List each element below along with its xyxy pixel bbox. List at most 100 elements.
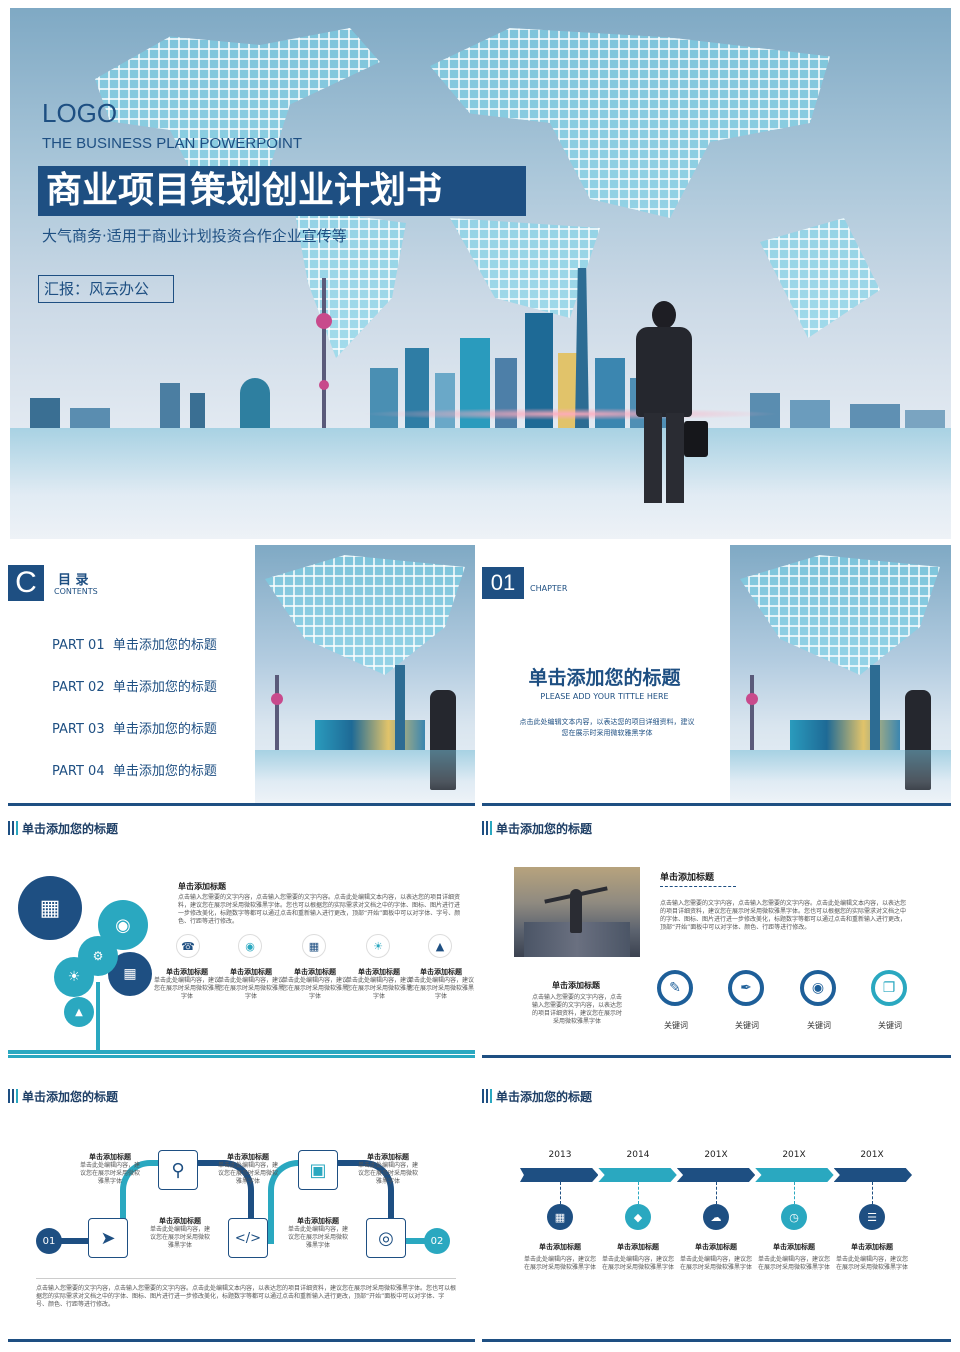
slide-header: 单击添加您的标题 bbox=[8, 820, 118, 837]
timeline-item: 单击添加标题 单击此处编辑内容，建议您在展示时采用微软雅黑字体 bbox=[834, 1242, 910, 1272]
slide-header: 单击添加您的标题 bbox=[8, 1088, 118, 1105]
businessman bbox=[630, 301, 708, 511]
chart-icon: ▲ bbox=[64, 997, 94, 1027]
item-title: 单击添加标题 bbox=[230, 968, 272, 976]
year-label: 2014 bbox=[626, 1150, 650, 1160]
item-title: 单击添加标题 bbox=[420, 968, 462, 976]
process-divider bbox=[36, 1278, 456, 1279]
pen-icon: ✎ bbox=[657, 970, 693, 1006]
timeline-item: 单击添加标题单击此处编辑内容，建议您在展示时采用微软雅黑字体 bbox=[522, 1242, 598, 1272]
process-slide[interactable]: 单击添加您的标题 01 02 ➤ ⚲ </> ▣ ◎ 单击添加标题 单击此处编辑内… bbox=[8, 1080, 475, 1342]
step-body: 单击此处编辑内容，建议您在展示时采用微软雅黑字体 bbox=[287, 1226, 348, 1249]
clock-24-icon: ◷ bbox=[781, 1204, 807, 1230]
chapter-label: CHAPTER bbox=[530, 584, 568, 593]
item-title: 单击添加标题 bbox=[166, 968, 208, 976]
item-title: 单击添加标题 bbox=[773, 1243, 815, 1251]
item-text: 单击此处编辑内容，建议您在展示时采用微软雅黑字体 bbox=[218, 977, 285, 1000]
year-label: 201X bbox=[782, 1150, 806, 1160]
item-title: 单击添加标题 bbox=[617, 1243, 659, 1251]
cube-icon: ▣ bbox=[298, 1150, 338, 1190]
keyword-label: 关键词 bbox=[807, 1021, 831, 1030]
contents-part-1[interactable]: PART 01 单击添加您的标题 bbox=[52, 634, 217, 653]
calendar-small-icon: ▦ bbox=[302, 934, 326, 958]
tree-item: 单击添加标题 单击此处编辑内容，建议您在展示时采用微软雅黑字体 bbox=[218, 967, 284, 1001]
database-icon: ☰ bbox=[859, 1204, 885, 1230]
year-label: 201X bbox=[860, 1150, 884, 1160]
item-title: 单击添加标题 bbox=[539, 1243, 581, 1251]
item-title: 单击添加标题 bbox=[294, 968, 336, 976]
section-title: 单击添加标题 bbox=[660, 873, 715, 883]
contents-part-2[interactable]: PART 02 单击添加您的标题 bbox=[52, 676, 217, 695]
step-text: 单击添加标题 单击此处编辑内容，建议您在展示时采用微软雅黑字体 bbox=[78, 1152, 142, 1186]
water-reflection bbox=[10, 428, 951, 539]
contents-part-4[interactable]: PART 04 单击添加您的标题 bbox=[52, 760, 217, 779]
step-title: 单击添加标题 bbox=[367, 1153, 409, 1161]
main-title: 商业项目策划创业计划书 bbox=[38, 166, 526, 216]
start-marker: 01 bbox=[36, 1228, 62, 1254]
copy-icon: ❐ bbox=[871, 970, 907, 1006]
connector bbox=[872, 1182, 873, 1204]
contents-slide[interactable]: C 目 录 CONTENTS PART 01 单击添加您的标题 PART 02 … bbox=[8, 545, 475, 806]
timeline-bar bbox=[520, 1168, 913, 1182]
connector bbox=[638, 1182, 639, 1204]
tree-item: 单击添加标题 单击此处编辑内容，建议您在展示时采用微软雅黑字体 bbox=[282, 967, 348, 1001]
item-text: 单击此处编辑内容，建议您在展示时采用微软雅黑字体 bbox=[346, 977, 413, 1000]
tree-item: 单击添加标题 单击此处编辑内容，建议您在展示时采用微软雅黑字体 bbox=[154, 967, 220, 1001]
bulb-icon: ☀ bbox=[54, 957, 94, 997]
step-text: 单击添加标题 单击此处编辑内容，建议您在展示时采用微软雅黑字体 bbox=[356, 1152, 420, 1186]
step-text: 单击添加标题 单击此处编辑内容，建议您在展示时采用微软雅黑字体 bbox=[148, 1216, 212, 1250]
timeline-slide[interactable]: 单击添加您的标题 2013 2014 201X 201X 201X ▦ ◆ ☁ … bbox=[482, 1080, 951, 1342]
step-text: 单击添加标题 单击此处编辑内容，建议您在展示时采用微软雅黑字体 bbox=[286, 1216, 350, 1250]
section-title: 单击添加标题 bbox=[178, 882, 226, 891]
subtitle-en: THE BUSINESS PLAN POWERPOINT bbox=[42, 135, 303, 152]
search-icon: ⚲ bbox=[158, 1150, 198, 1190]
connector bbox=[716, 1182, 717, 1204]
part-num: PART 02 bbox=[52, 680, 105, 695]
keyword-label: 关键词 bbox=[878, 1021, 902, 1030]
logo: LOGO bbox=[42, 98, 118, 128]
send-icon: ➤ bbox=[88, 1218, 128, 1258]
cover-slide[interactable]: LOGO THE BUSINESS PLAN POWERPOINT 商业项目策划… bbox=[10, 8, 951, 539]
part-label: 单击添加您的标题 bbox=[112, 764, 217, 779]
keyword-label: 关键词 bbox=[735, 1021, 759, 1030]
year-label: 201X bbox=[704, 1150, 728, 1160]
step-title: 单击添加标题 bbox=[159, 1217, 201, 1225]
tree-item: 单击添加标题 单击此处编辑内容，建议您在展示时采用微软雅黑字体 bbox=[346, 967, 412, 1001]
part-label: 单击添加您的标题 bbox=[112, 722, 217, 737]
keyword-label: 关键词 bbox=[664, 1021, 688, 1030]
step-title: 单击添加标题 bbox=[297, 1217, 339, 1225]
chapter-heading-en: PLEASE ADD YOUR TITTLE HERE bbox=[540, 692, 669, 701]
process-footer: 点击输入您需要的文字内容，点击输入您需要的文字内容。点击此处编辑文本内容，以表达… bbox=[36, 1285, 457, 1308]
tree-slide[interactable]: 单击添加您的标题 ▦ ◉ ▦ ⚙ ☀ ▲ 单击添加标题 点击输入您需要的文字内容… bbox=[8, 812, 475, 1058]
org-chart-icon: ▦ bbox=[18, 876, 82, 940]
calculator-icon: ▦ bbox=[547, 1204, 573, 1230]
step-body: 单击此处编辑内容，建议您在展示时采用微软雅黑字体 bbox=[357, 1162, 418, 1185]
item-text: 单击此处编辑内容，建议您在展示时采用微软雅黑字体 bbox=[601, 1256, 674, 1271]
end-marker: 02 bbox=[424, 1228, 450, 1254]
code-icon: </> bbox=[228, 1218, 268, 1258]
timeline-item: 单击添加标题单击此处编辑内容，建议您在展示时采用微软雅黑字体 bbox=[756, 1242, 832, 1272]
item-text: 单击此处编辑内容，建议您在展示时采用微软雅黑字体 bbox=[523, 1256, 596, 1271]
contents-title: 目 录 bbox=[58, 573, 89, 588]
slide-header: 单击添加您的标题 bbox=[482, 1088, 592, 1105]
step-body: 单击此处编辑内容，建议您在展示时采用微软雅黑字体 bbox=[79, 1162, 140, 1185]
timeline-item: 单击添加标题 单击此处编辑内容，建议您在展示时采用微软雅黑字体 bbox=[678, 1242, 754, 1272]
keyword-slide[interactable]: 单击添加您的标题 单击添加标题 点击输入您需要的文字内容，点击输入您需要的文字内… bbox=[482, 812, 951, 1058]
item-title: 单击添加标题 bbox=[851, 1243, 893, 1251]
item-text: 单击此处编辑内容，建议您在展示时采用微软雅黑字体 bbox=[154, 977, 221, 1000]
part-label: 单击添加您的标题 bbox=[112, 680, 217, 695]
contents-part-3[interactable]: PART 03 单击添加您的标题 bbox=[52, 718, 217, 737]
section-title-2: 单击添加标题 bbox=[552, 981, 600, 990]
timeline-item: 单击添加标题单击此处编辑内容，建议您在展示时采用微软雅黑字体 bbox=[600, 1242, 676, 1272]
tree-item: 单击添加标题 单击此处编辑内容，建议您在展示时采用微软雅黑字体 bbox=[408, 967, 474, 1001]
item-text: 单击此处编辑内容，建议您在展示时采用微软雅黑字体 bbox=[757, 1256, 830, 1271]
city-photo bbox=[255, 545, 475, 803]
phone-icon: ☎ bbox=[176, 934, 200, 958]
connector bbox=[560, 1182, 561, 1204]
success-photo bbox=[514, 867, 640, 957]
bulb-small-icon: ☀ bbox=[366, 934, 390, 958]
step-body: 单击此处编辑内容，建议您在展示时采用微软雅黑字体 bbox=[149, 1226, 210, 1249]
nib-icon: ✒ bbox=[728, 970, 764, 1006]
chapter-number: 01 bbox=[482, 567, 524, 599]
chapter-slide[interactable]: 01 CHAPTER 单击添加您的标题 PLEASE ADD YOUR TITT… bbox=[482, 545, 951, 806]
